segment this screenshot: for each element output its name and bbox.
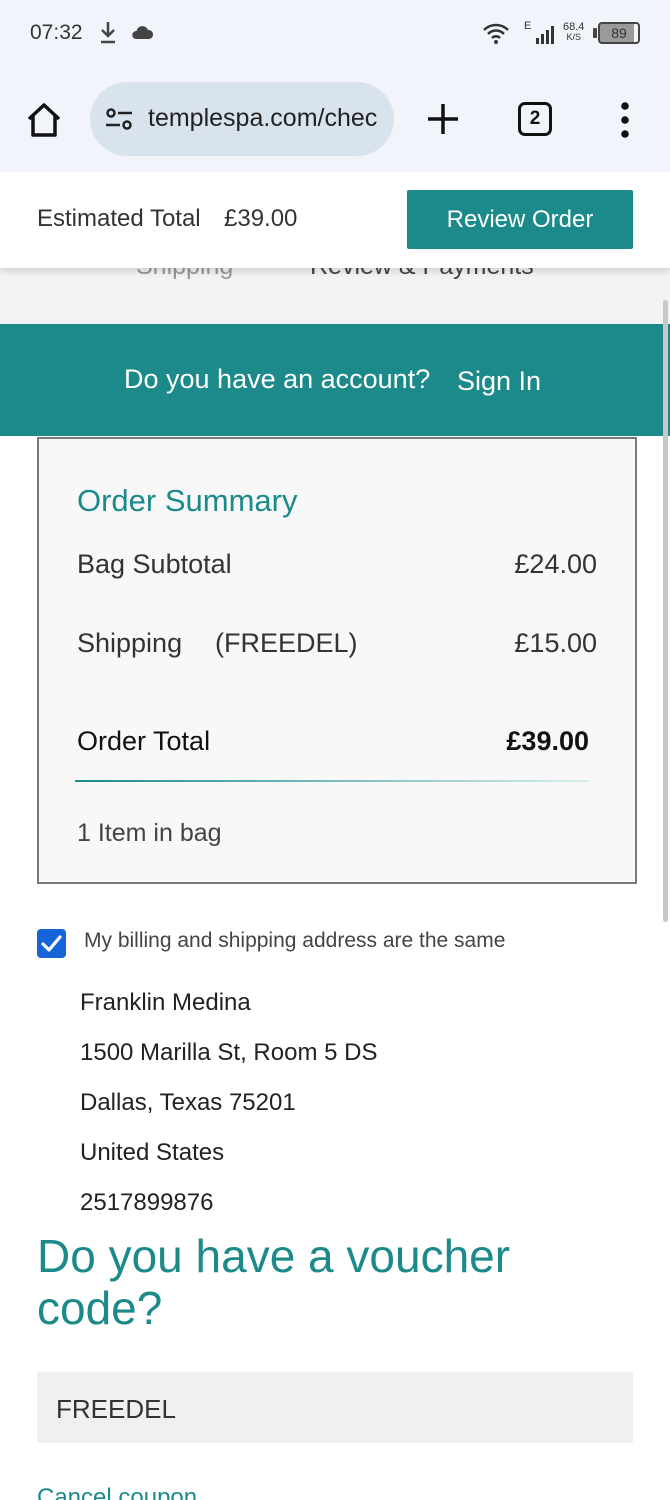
step-shipping[interactable]: Shipping [136,268,233,281]
status-time: 07:32 [30,21,83,44]
url-text[interactable]: templespa.com/chec [148,104,377,133]
checkmark-icon [41,935,62,952]
address-bar[interactable]: templespa.com/chec [90,82,394,156]
order-total-label: Order Total [77,726,211,756]
home-icon[interactable] [24,100,64,140]
address-city: Dallas, Texas 75201 [80,1089,296,1116]
net-speed: 68.4 K/S [563,21,585,43]
review-order-button[interactable]: Review Order [407,190,633,249]
items-in-bag: 1 Item in bag [77,819,222,847]
order-summary-card: Order Summary Bag Subtotal £24.00 Shippi… [37,437,637,884]
signal-icon [536,26,554,44]
battery-tip [593,28,597,38]
same-address-checkbox[interactable] [37,929,66,958]
address-name: Franklin Medina [80,989,251,1016]
network-type: E [524,20,532,32]
address-country: United States [80,1139,225,1166]
scrollbar[interactable] [663,300,668,922]
step-review-payments[interactable]: Review & Payments [310,268,534,281]
shipping-value: £15.00 [514,628,597,658]
bag-subtotal-value: £24.00 [514,549,597,579]
status-bar: 07:32 E 68.4 K/S 89 [0,0,670,66]
shipping-label: Shipping [77,628,183,658]
tab-switcher-button[interactable]: 2 [518,102,552,136]
voucher-code-value[interactable]: FREEDEL [56,1394,176,1425]
more-menu-icon[interactable] [614,100,636,140]
sticky-total-bar: Estimated Total £39.00 Review Order [0,172,670,268]
total-divider [75,780,589,782]
order-total-value: £39.00 [506,726,589,756]
estimated-total-label: Estimated Total [37,205,201,232]
checkout-steps: Shipping Review & Payments [0,268,670,324]
voucher-heading: Do you have a voucher code? [37,1230,511,1334]
account-question: Do you have an account? [124,364,431,394]
new-tab-icon[interactable] [424,100,462,138]
site-settings-icon[interactable] [104,106,134,132]
account-banner: Do you have an account? Sign In [0,324,670,436]
battery-indicator: 89 [598,22,640,44]
estimated-total-value: £39.00 [224,205,298,232]
same-address-label[interactable]: My billing and shipping address are the … [84,929,505,953]
voucher-code-input[interactable]: FREEDEL [37,1372,633,1443]
cloud-icon [132,26,154,39]
address-phone: 2517899876 [80,1189,214,1216]
sign-in-link[interactable]: Sign In [457,366,541,397]
download-icon [101,22,115,44]
browser-toolbar: templespa.com/chec 2 [0,66,670,172]
bag-subtotal-label: Bag Subtotal [77,549,232,579]
address-street: 1500 Marilla St, Room 5 DS [80,1039,378,1066]
wifi-icon [483,23,509,44]
order-summary-title: Order Summary [77,483,298,518]
cancel-coupon-link[interactable]: Cancel coupon [37,1484,197,1500]
shipping-code: (FREEDEL) [215,628,358,658]
